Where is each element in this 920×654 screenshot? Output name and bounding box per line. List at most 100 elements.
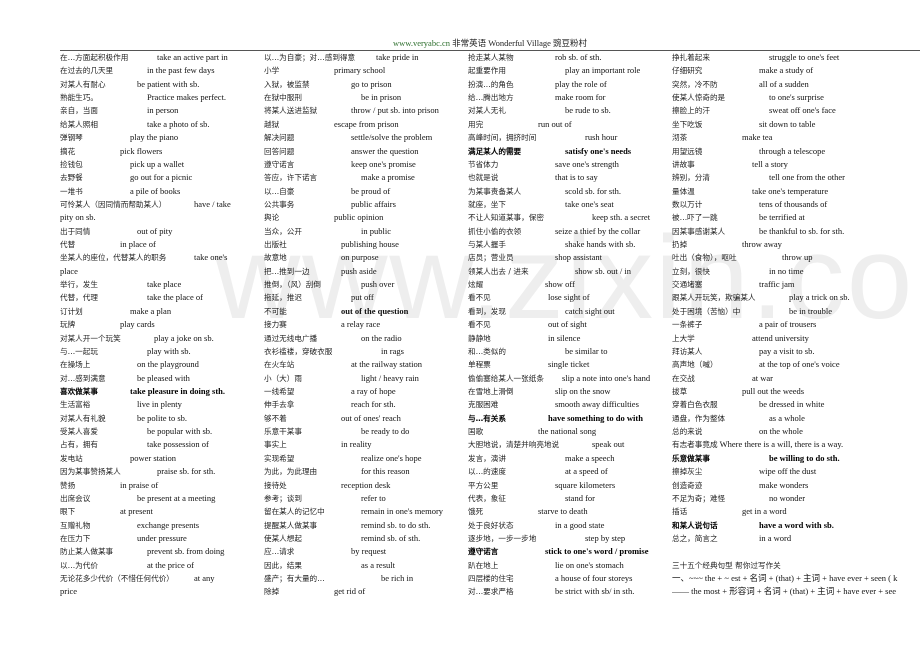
english-phrase: by request <box>351 546 387 557</box>
english-phrase: struggle to one's feet <box>769 52 840 62</box>
english-phrase: attend university <box>752 332 809 343</box>
vocab-entry: 留在某人的记忆中 remain in one's memory <box>264 505 462 518</box>
english-phrase-continued: price <box>60 586 77 597</box>
english-phrase: go to prison <box>351 78 392 89</box>
vocab-entry: 盛产；有大量的… be rich in <box>264 572 462 585</box>
english-phrase: pick up a wallet <box>130 158 185 169</box>
english-phrase: for this reason <box>361 466 410 477</box>
english-phrase: take one's seat <box>565 198 614 209</box>
english-phrase: remain in one's memory <box>361 506 444 517</box>
english-phrase: have a word with sb. <box>759 519 834 530</box>
vocab-entry: 熟能生巧。 Practice makes perfect. <box>60 91 258 104</box>
chinese-term: 单程票 <box>468 360 491 370</box>
english-phrase: be similar to <box>565 345 608 356</box>
chinese-term: 领某人出去 / 进来 <box>468 266 529 276</box>
chinese-term: 答应，许下诺言 <box>264 173 318 183</box>
vocab-entry: 在火车站 at the railway station <box>264 358 462 371</box>
vocab-entry: 在雪地上滑倒 slip on the snow <box>468 385 666 398</box>
english-phrase: go out for a picnic <box>130 172 193 183</box>
english-phrase: settle/solve the problem <box>351 132 433 143</box>
chinese-term: 订计划 <box>60 306 83 316</box>
vocab-entry: 受某人喜爱 be popular with sb. <box>60 425 258 438</box>
chinese-term: 除掉 <box>264 587 280 597</box>
english-phrase: out of sight <box>548 319 587 330</box>
vocab-entry: 平方公里 square kilometers <box>468 479 666 492</box>
english-phrase: at any <box>194 573 215 584</box>
vocab-entry: 四层楼的住宅 a house of four storeys <box>468 572 666 585</box>
chinese-term: 摘花 <box>60 146 76 156</box>
chinese-term: 越狱 <box>264 119 280 129</box>
english-phrase: exchange presents <box>137 519 200 530</box>
vocab-entry: 逐步地，一步一步地 step by step <box>468 532 666 545</box>
chinese-term: 弹钢琴 <box>60 133 83 143</box>
vocab-entry: 除掉 get rid of <box>264 585 462 598</box>
header-url[interactable]: www.veryabc.cn <box>393 38 450 48</box>
english-phrase: tell a story <box>752 158 788 169</box>
vocab-entry: 够不着 out of ones' reach <box>264 412 462 425</box>
vocab-entry: 将某人送进监狱 throw / put sb. into prison <box>264 104 462 117</box>
vocab-entry: 用望远镜 through a telescope <box>672 145 920 158</box>
vocab-entry: 以…为代价 at the price of <box>60 559 258 572</box>
vocab-entry: 店员；营业员 shop assistant <box>468 251 666 264</box>
vocab-entry: 乐意做某事 be willing to do sth. <box>672 452 920 465</box>
chinese-term: 小（大）雨 <box>264 373 302 383</box>
vocab-entry: 炫耀 show off <box>468 278 666 291</box>
sentence-pattern-text: 一、~~~ the + ~ est + 名词 + (that) + 主词 + h… <box>672 573 898 584</box>
chinese-term: 出版社 <box>264 240 287 250</box>
chinese-term: 扔掉 <box>672 240 688 250</box>
english-phrase: play the role of <box>555 78 607 89</box>
chinese-term: 以…为代价 <box>60 560 98 570</box>
chinese-term: 举行，发生 <box>60 280 98 290</box>
vocab-entry: 用完 run out of <box>468 118 666 131</box>
chinese-term: 眼下 <box>60 507 76 517</box>
chinese-term: 处于良好状态 <box>468 520 514 530</box>
english-phrase: be ready to do <box>361 426 410 437</box>
english-phrase: have something to do with <box>548 412 643 423</box>
english-phrase: keep one's promise <box>351 158 416 169</box>
vocab-entry: 与…一起玩 play with sb. <box>60 345 258 358</box>
english-phrase: tell one from the other <box>769 172 846 183</box>
vocab-entry: 创造奇迹 make wonders <box>672 479 920 492</box>
vocab-entry: 给某人照相 take a photo of sb. <box>60 118 258 131</box>
chinese-term: 创造奇迹 <box>672 480 703 490</box>
chinese-term: 发言，演讲 <box>468 453 506 463</box>
chinese-term: 舆论 <box>264 213 280 223</box>
vocab-entry: 发电站 power station <box>60 452 258 465</box>
vocab-entry: 抓住小偷的衣领 seize a thief by the collar <box>468 225 666 238</box>
english-phrase: praise sb. for sth. <box>157 466 216 477</box>
english-phrase: be rich in <box>381 573 414 584</box>
chinese-term: 提醒某人做某事 <box>264 520 318 530</box>
english-phrase: that is to say <box>555 172 598 183</box>
chinese-term: 以…为自豪；对…感到得意 <box>264 53 356 62</box>
column-3: 抢走某人某物 rob sb. of sth. 起重要作用 play an import… <box>468 51 666 599</box>
english-phrase: a pile of books <box>130 185 181 196</box>
vocab-entry: 使某人惊奇的是 to one's surprise <box>672 91 920 104</box>
vocab-entry-continuation: price <box>60 585 258 598</box>
chinese-term: 逐步地，一步一步地 <box>468 533 537 543</box>
vocab-entry: 代替 in place of <box>60 238 258 251</box>
english-phrase: tens of thousands of <box>759 198 828 209</box>
english-phrase: to one's surprise <box>769 92 824 103</box>
vocab-entry: 越狱 escape from prison <box>264 118 462 131</box>
english-phrase: light / heavy rain <box>361 372 419 383</box>
chinese-term: 解决问题 <box>264 133 295 143</box>
english-phrase: at the top of one's voice <box>759 359 840 370</box>
english-phrase: take a photo of sb. <box>147 118 210 129</box>
vocab-entry: 小（大）雨 light / heavy rain <box>264 372 462 385</box>
header-site-name: 非常英语 <box>452 38 487 48</box>
vocab-entry: 遵守诺言 stick to one's word / promise <box>468 545 666 558</box>
vocab-entry: 对…要求严格 be strict with sb/ in sth. <box>468 585 666 598</box>
chinese-term: 为此，为此理由 <box>264 467 318 477</box>
vocab-entry: 挣扎着起来 struggle to one's feet <box>672 51 920 64</box>
chinese-term: 互赠礼物 <box>60 520 91 530</box>
chinese-term: 也就是说 <box>468 173 499 183</box>
vocab-entry: 为此，为此理由 for this reason <box>264 465 462 478</box>
english-phrase: in person <box>147 105 179 116</box>
chinese-term: 国歌 <box>468 427 484 437</box>
vocab-entry: 提醒某人做某事 remind sb. to do sth. <box>264 519 462 532</box>
vocab-entry: 订计划 make a plan <box>60 305 258 318</box>
english-phrase: show sb. out / in <box>575 265 631 276</box>
english-phrase: be thankful to sb. for sth. <box>759 225 845 236</box>
section-title-text: 三十五个经典句型 帮你过写作关 <box>672 560 781 570</box>
vocab-entry: 插话 get in a word <box>672 505 920 518</box>
